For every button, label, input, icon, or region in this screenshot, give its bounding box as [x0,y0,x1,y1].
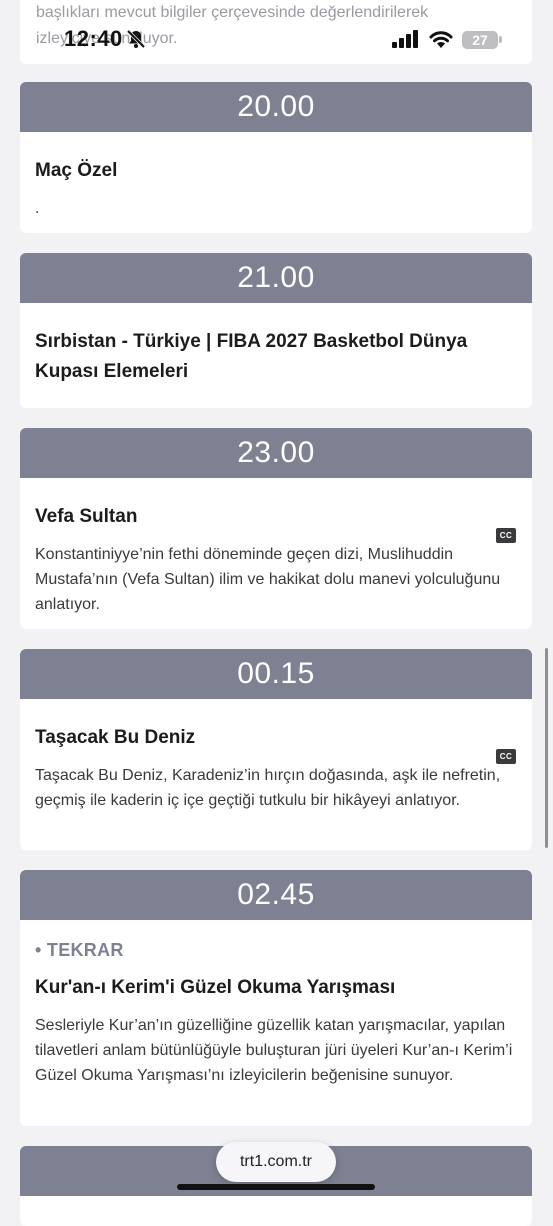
scrollbar[interactable] [545,648,548,848]
battery-tip [499,36,502,43]
closed-captions-icon: CC [496,749,516,764]
program-time: 23.00 [20,428,532,478]
program-card[interactable]: 20.00 Maç Özel . [20,82,532,233]
program-title: Kur'an-ı Kerim'i Güzel Okuma Yarışması [35,977,396,998]
program-card[interactable]: 02.45 • TEKRAR Kur'an-ı Kerim'i Güzel Ok… [20,870,532,1126]
program-body: Sırbistan - Türkiye | FIBA 2027 Basketbo… [20,327,532,387]
program-time: 02.45 [20,870,532,920]
program-card[interactable]: 00.15 CC Taşacak Bu Deniz Taşacak Bu Den… [20,649,532,850]
program-body: CC Taşacak Bu Deniz Taşacak Bu Deniz, Ka… [20,723,532,813]
program-description: Sesleriyle Kur’an’ın güzelliğine güzelli… [35,1017,513,1084]
program-time: 21.00 [20,253,532,303]
closed-captions-icon: CC [496,528,516,543]
program-title: Vefa Sultan [35,506,138,527]
program-description: Taşacak Bu Deniz, Karadeniz’in hırçın do… [35,767,501,809]
program-description: Konstantiniyye’nin fethi döneminde geçen… [35,546,501,613]
bell-slash-icon [126,29,146,49]
program-card[interactable]: 21.00 Sırbistan - Türkiye | FIBA 2027 Ba… [20,253,532,408]
program-title: Taşacak Bu Deniz [35,727,196,748]
address-bar[interactable]: trt1.com.tr [216,1142,336,1182]
program-time: 00.15 [20,649,532,699]
rerun-badge: • TEKRAR [35,940,124,960]
wifi-icon [429,31,453,48]
clock: 12:40 [64,26,123,51]
cellular-signal-icon [392,30,418,48]
program-body: Maç Özel . [20,156,532,221]
program-body: • TEKRAR Kur'an-ı Kerim'i Güzel Okuma Ya… [20,940,532,1088]
status-bar: 12:40 27 [0,0,553,76]
program-title: Maç Özel [35,160,118,181]
program-description: . [35,200,40,217]
program-body: CC Vefa Sultan Konstantiniyye’nin fethi … [20,502,532,617]
home-indicator[interactable] [177,1184,375,1190]
program-time: 20.00 [20,82,532,132]
program-card[interactable]: 23.00 CC Vefa Sultan Konstantiniyye’nin … [20,428,532,629]
program-title: Sırbistan - Türkiye | FIBA 2027 Basketbo… [35,331,468,382]
battery-icon: 27 [462,31,498,49]
